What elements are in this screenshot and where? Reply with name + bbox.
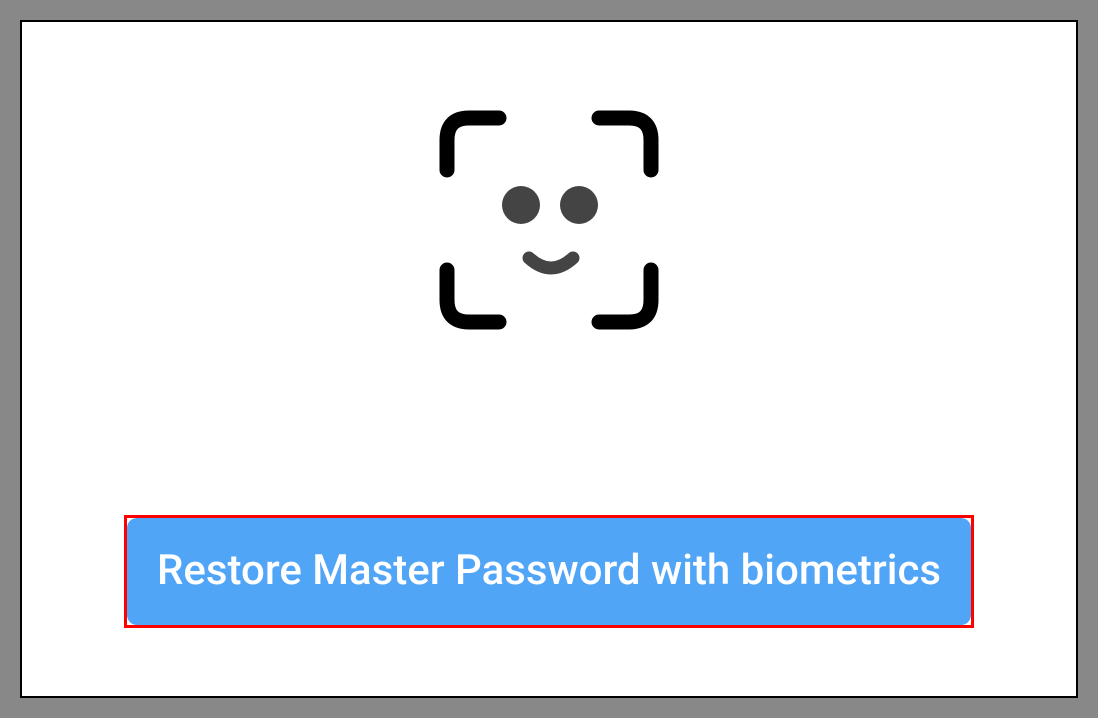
biometric-restore-panel: Restore Master Password with biometrics <box>20 20 1078 698</box>
face-id-icon <box>419 90 679 350</box>
restore-master-password-button[interactable]: Restore Master Password with biometrics <box>127 518 971 625</box>
highlighted-button-container: Restore Master Password with biometrics <box>124 515 974 628</box>
